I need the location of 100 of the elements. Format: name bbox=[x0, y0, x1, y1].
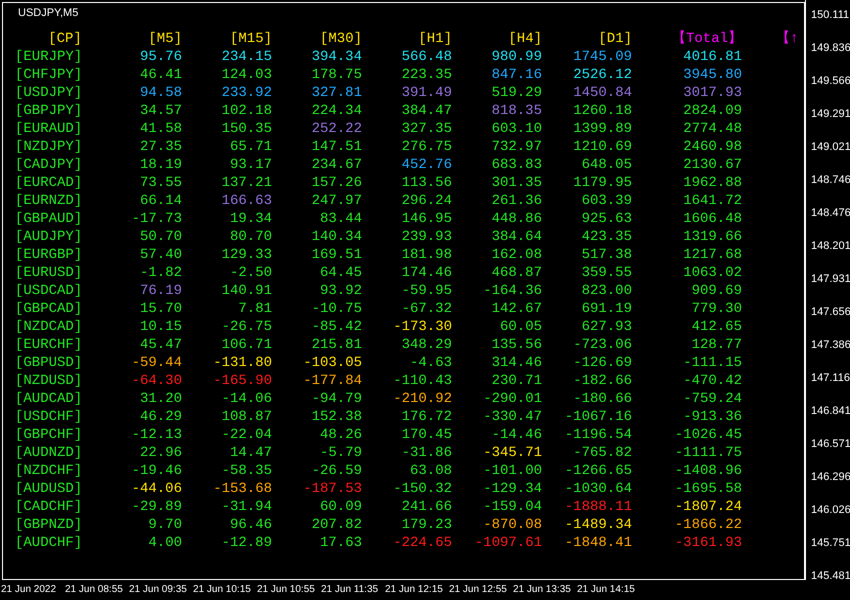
table-cell-text: 10.15 bbox=[138, 318, 182, 336]
table-cell-text: 1641.72 bbox=[682, 192, 742, 210]
table-cell-text: 1450.84 bbox=[572, 84, 632, 102]
table-cell-text: 384.47 bbox=[400, 102, 452, 120]
table-cell-text: 95.76 bbox=[138, 48, 182, 66]
table-cell-text: 3945.80 bbox=[682, 66, 742, 84]
table-cell-text: 157.26 bbox=[310, 174, 362, 192]
table-cell-text: -1067.16 bbox=[564, 408, 632, 426]
table-cell-text: 63.08 bbox=[408, 462, 452, 480]
table-cell-text: 113.56 bbox=[400, 174, 452, 192]
table-cell-text: 233.92 bbox=[220, 84, 272, 102]
table-cell-text: -180.66 bbox=[572, 390, 632, 408]
table-cell-text: 296.24 bbox=[400, 192, 452, 210]
table-cell-text: -19.46 bbox=[130, 462, 182, 480]
table-cell-text: -14.06 bbox=[220, 390, 272, 408]
pair-label: [EURGBP] bbox=[15, 246, 84, 264]
table-cell-text: 162.08 bbox=[490, 246, 542, 264]
table-cell-text: 15.70 bbox=[138, 300, 182, 318]
price-label: 149.836 bbox=[810, 41, 850, 56]
table-cell-text: -31.94 bbox=[220, 498, 272, 516]
table-cell-text: -150.32 bbox=[392, 480, 452, 498]
table-cell-text: 4016.81 bbox=[682, 48, 742, 66]
table-cell-text: 41.58 bbox=[138, 120, 182, 138]
price-label: 146.571 bbox=[810, 437, 850, 452]
time-label: 21 Jun 08:55 bbox=[65, 583, 124, 597]
table-cell-text: -59.95 bbox=[400, 282, 452, 300]
table-cell-text: 2130.67 bbox=[682, 156, 742, 174]
table-cell-text: 224.34 bbox=[310, 102, 362, 120]
pair-label: [GBPCAD] bbox=[15, 300, 84, 318]
time-label: 21 Jun 12:15 bbox=[385, 583, 444, 597]
table-cell-text: 18.19 bbox=[138, 156, 182, 174]
table-cell-text: -110.43 bbox=[392, 372, 452, 390]
table-cell-text: -22.04 bbox=[220, 426, 272, 444]
table-cell-text: 169.51 bbox=[310, 246, 362, 264]
table-cell-text: 93.92 bbox=[318, 282, 362, 300]
table-cell-text: 648.05 bbox=[580, 156, 632, 174]
pair-label: [EURNZD] bbox=[15, 192, 84, 210]
table-cell-text: -85.42 bbox=[310, 318, 362, 336]
table-cell-text: -1489.34 bbox=[564, 516, 632, 534]
table-cell-text: 1210.69 bbox=[572, 138, 632, 156]
pair-label: [USDCHF] bbox=[15, 408, 84, 426]
table-cell-text: -1848.41 bbox=[564, 534, 632, 552]
table-cell-text: -1866.22 bbox=[674, 516, 742, 534]
table-cell-text: 102.18 bbox=[220, 102, 272, 120]
column-header: [M5] bbox=[147, 30, 182, 48]
table-cell-text: -12.89 bbox=[220, 534, 272, 552]
time-label: 21 Jun 11:35 bbox=[321, 583, 380, 597]
table-cell-text: 448.86 bbox=[490, 210, 542, 228]
table-cell-text: 57.40 bbox=[138, 246, 182, 264]
table-cell-text: -164.36 bbox=[482, 282, 542, 300]
table-cell-text: 108.87 bbox=[220, 408, 272, 426]
pair-label: [AUDCHF] bbox=[15, 534, 84, 552]
table-cell-text: 96.46 bbox=[228, 516, 272, 534]
table-cell-text: 80.70 bbox=[228, 228, 272, 246]
table-cell-text: -1196.54 bbox=[564, 426, 632, 444]
price-label: 149.566 bbox=[810, 74, 850, 89]
table-cell-text: 207.82 bbox=[310, 516, 362, 534]
pair-label: [NZDCHF] bbox=[15, 462, 84, 480]
table-cell-text: 519.29 bbox=[490, 84, 542, 102]
table-cell-text: -870.08 bbox=[482, 516, 542, 534]
table-cell-text: 691.19 bbox=[580, 300, 632, 318]
table-cell-text: 239.93 bbox=[400, 228, 452, 246]
table-cell-text: 1063.02 bbox=[682, 264, 742, 282]
pair-label: [CADJPY] bbox=[15, 156, 84, 174]
price-label: 146.026 bbox=[810, 503, 850, 518]
table-cell-text: -177.84 bbox=[302, 372, 362, 390]
table-cell-text: 31.20 bbox=[138, 390, 182, 408]
price-label: 145.481 bbox=[810, 569, 850, 584]
table-cell-text: 261.36 bbox=[490, 192, 542, 210]
table-cell-text: 818.35 bbox=[490, 102, 542, 120]
table-cell-text: -153.68 bbox=[212, 480, 272, 498]
table-cell-text: -913.36 bbox=[682, 408, 742, 426]
time-label: 21 Jun 14:15 bbox=[577, 583, 636, 597]
pair-label: [GBPUSD] bbox=[15, 354, 84, 372]
table-cell-text: 147.51 bbox=[310, 138, 362, 156]
table-cell-text: -14.46 bbox=[490, 426, 542, 444]
table-cell-text: -470.42 bbox=[682, 372, 742, 390]
table-cell-text: -10.75 bbox=[310, 300, 362, 318]
table-cell-text: -1888.11 bbox=[564, 498, 632, 516]
table-cell-text: -26.75 bbox=[220, 318, 272, 336]
pair-label: [AUDNZD] bbox=[15, 444, 84, 462]
table-cell-text: 1962.88 bbox=[682, 174, 742, 192]
table-cell-text: 178.75 bbox=[310, 66, 362, 84]
table-cell-text: 223.35 bbox=[400, 66, 452, 84]
table-cell-text: 73.55 bbox=[138, 174, 182, 192]
column-header: [D1] bbox=[597, 30, 632, 48]
table-cell-text: 64.45 bbox=[318, 264, 362, 282]
table-cell-text: 603.39 bbox=[580, 192, 632, 210]
table-cell-text: 3017.93 bbox=[682, 84, 742, 102]
column-header: 【Total】 bbox=[670, 30, 742, 48]
table-cell-text: 46.29 bbox=[138, 408, 182, 426]
price-label: 148.476 bbox=[810, 206, 850, 221]
table-cell-text: -723.06 bbox=[572, 336, 632, 354]
table-cell-text: 234.67 bbox=[310, 156, 362, 174]
column-header: 【↑ bbox=[776, 30, 798, 48]
table-cell-text: -111.15 bbox=[682, 354, 742, 372]
pair-label: [EURJPY] bbox=[15, 48, 84, 66]
pair-label: [CADCHF] bbox=[15, 498, 84, 516]
table-cell-text: 1217.68 bbox=[682, 246, 742, 264]
pair-label: [GBPJPY] bbox=[15, 102, 84, 120]
